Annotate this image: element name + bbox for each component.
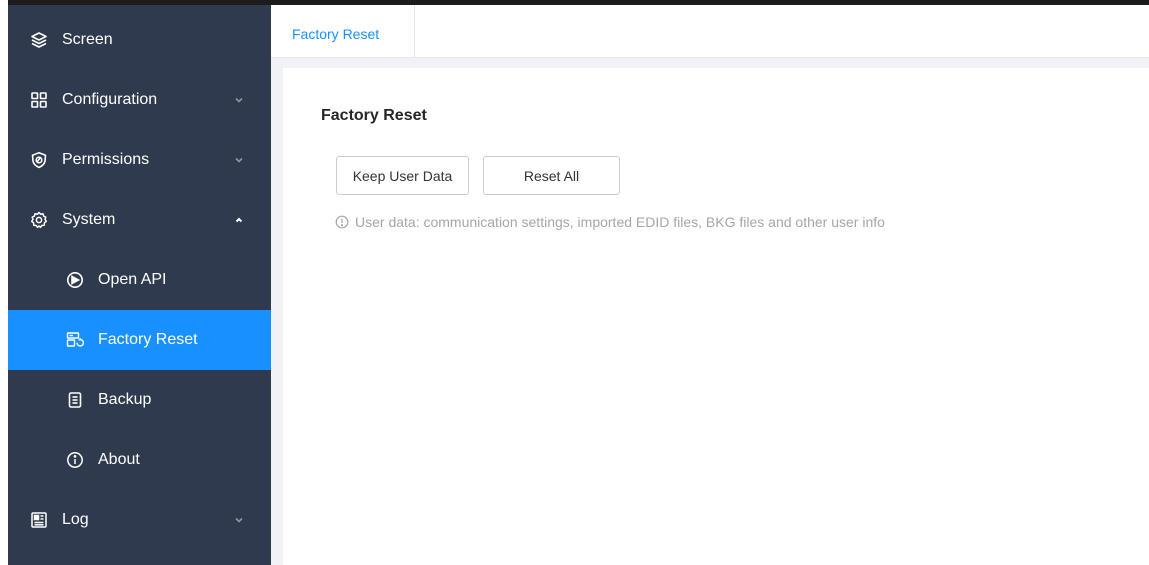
sidebar-item-system[interactable]: System	[8, 190, 271, 250]
factory-reset-panel: Factory Reset Keep User Data Reset All U…	[283, 68, 1149, 565]
gear-icon	[30, 211, 48, 229]
page-title: Factory Reset	[321, 107, 427, 124]
sidebar: Screen Configuration Permissions System …	[8, 5, 271, 565]
info-icon	[335, 215, 349, 229]
sidebar-item-label: Screen	[62, 31, 113, 48]
tab-label: Factory Reset	[292, 26, 380, 42]
sidebar-item-label: Permissions	[62, 151, 150, 168]
sidebar-item-about[interactable]: About	[8, 430, 271, 490]
sidebar-item-open-api[interactable]: Open API	[8, 250, 271, 310]
chevron-down-icon	[232, 513, 246, 527]
user-data-hint: User data: communication settings, impor…	[335, 214, 885, 230]
sidebar-item-label: Backup	[98, 391, 152, 408]
log-icon	[30, 511, 48, 529]
reset-all-button[interactable]: Reset All	[483, 156, 620, 195]
sidebar-item-backup[interactable]: Backup	[8, 370, 271, 430]
api-icon	[66, 271, 84, 289]
hint-text: User data: communication settings, impor…	[355, 214, 885, 230]
sidebar-item-screen[interactable]: Screen	[8, 10, 271, 70]
sidebar-item-label: Open API	[98, 271, 167, 288]
sidebar-item-label: About	[98, 451, 140, 468]
sidebar-item-factory-reset[interactable]: Factory Reset	[8, 310, 271, 370]
keep-user-data-button[interactable]: Keep User Data	[336, 156, 469, 195]
info-icon	[66, 451, 84, 469]
chevron-down-icon	[232, 153, 246, 167]
sidebar-item-label: Factory Reset	[98, 331, 198, 348]
chevron-down-icon	[232, 93, 246, 107]
grid-icon	[30, 91, 48, 109]
sidebar-item-log[interactable]: Log	[8, 490, 271, 550]
tab-factory-reset[interactable]: Factory Reset	[271, 5, 415, 57]
factory-reset-icon	[66, 331, 84, 349]
chevron-up-icon	[232, 213, 246, 227]
sidebar-item-permissions[interactable]: Permissions	[8, 130, 271, 190]
sidebar-item-configuration[interactable]: Configuration	[8, 70, 271, 130]
sidebar-item-label: Configuration	[62, 91, 158, 108]
sidebar-item-label: System	[62, 211, 116, 228]
sidebar-item-label: Log	[62, 511, 89, 528]
window-left-margin	[0, 0, 8, 565]
layers-icon	[30, 31, 48, 49]
backup-icon	[66, 391, 84, 409]
shield-icon	[30, 151, 48, 169]
tab-bar: Factory Reset	[271, 5, 1149, 58]
